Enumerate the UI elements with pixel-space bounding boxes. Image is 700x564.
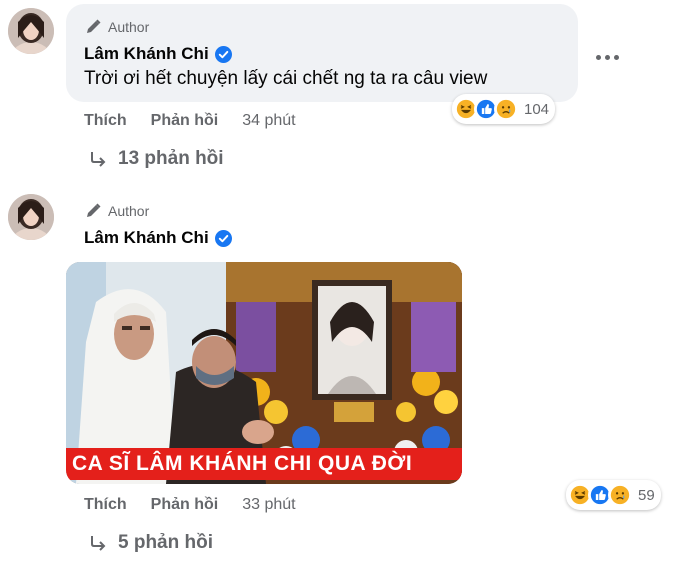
like-link[interactable]: Thích [84, 112, 127, 130]
reaction-count: 104 [524, 100, 550, 118]
commenter-name-text[interactable]: Lâm Khánh Chi [84, 228, 209, 248]
author-pencil-icon [87, 19, 101, 33]
comment-actions: Thích Phản hồi 33 phút [84, 496, 296, 514]
more-options-icon[interactable] [596, 52, 620, 62]
sad-reaction-icon [608, 483, 632, 507]
image-banner-text: CA SĨ LÂM KHÁNH CHI QUA ĐỜI [66, 448, 462, 480]
view-replies-button[interactable]: 13 phản hồi [88, 148, 224, 170]
reply-link[interactable]: Phản hồi [151, 496, 219, 514]
verified-icon [214, 45, 232, 63]
avatar[interactable] [8, 194, 54, 240]
author-badge-label: Author [108, 19, 150, 35]
comment: Author Lâm Khánh Chi Trời ơi hết chuyện … [0, 0, 700, 178]
author-badge-label: Author [108, 203, 150, 219]
author-pencil-icon [87, 203, 101, 217]
comment-time[interactable]: 34 phút [242, 112, 295, 130]
comment-text: Trời ơi hết chuyện lấy cái chết ng ta ra… [84, 68, 488, 89]
commenter-name[interactable]: Lâm Khánh Chi [84, 228, 232, 248]
replies-count-label[interactable]: 5 phản hồi [118, 532, 213, 554]
avatar[interactable] [8, 8, 54, 54]
comment-actions: Thích Phản hồi 34 phút [84, 112, 296, 130]
sad-reaction-icon [494, 97, 518, 121]
reactions-summary[interactable]: 104 [452, 94, 556, 124]
replies-count-label[interactable]: 13 phản hồi [118, 148, 224, 170]
comment-time[interactable]: 33 phút [242, 496, 295, 514]
reply-link[interactable]: Phản hồi [151, 112, 219, 130]
reactions-summary[interactable]: 59 [566, 480, 661, 510]
reply-arrow-icon [91, 152, 106, 167]
reaction-count: 59 [638, 486, 655, 504]
verified-icon [214, 229, 232, 247]
reply-arrow-icon [91, 536, 106, 551]
author-badge: Author [84, 18, 149, 36]
commenter-name[interactable]: Lâm Khánh Chi [84, 44, 232, 64]
view-replies-button[interactable]: 5 phản hồi [88, 532, 213, 554]
commenter-name-text[interactable]: Lâm Khánh Chi [84, 44, 209, 64]
comment-image-attachment[interactable]: CA SĨ LÂM KHÁNH CHI QUA ĐỜI [66, 262, 462, 484]
like-link[interactable]: Thích [84, 496, 127, 514]
author-badge: Author [84, 202, 149, 220]
